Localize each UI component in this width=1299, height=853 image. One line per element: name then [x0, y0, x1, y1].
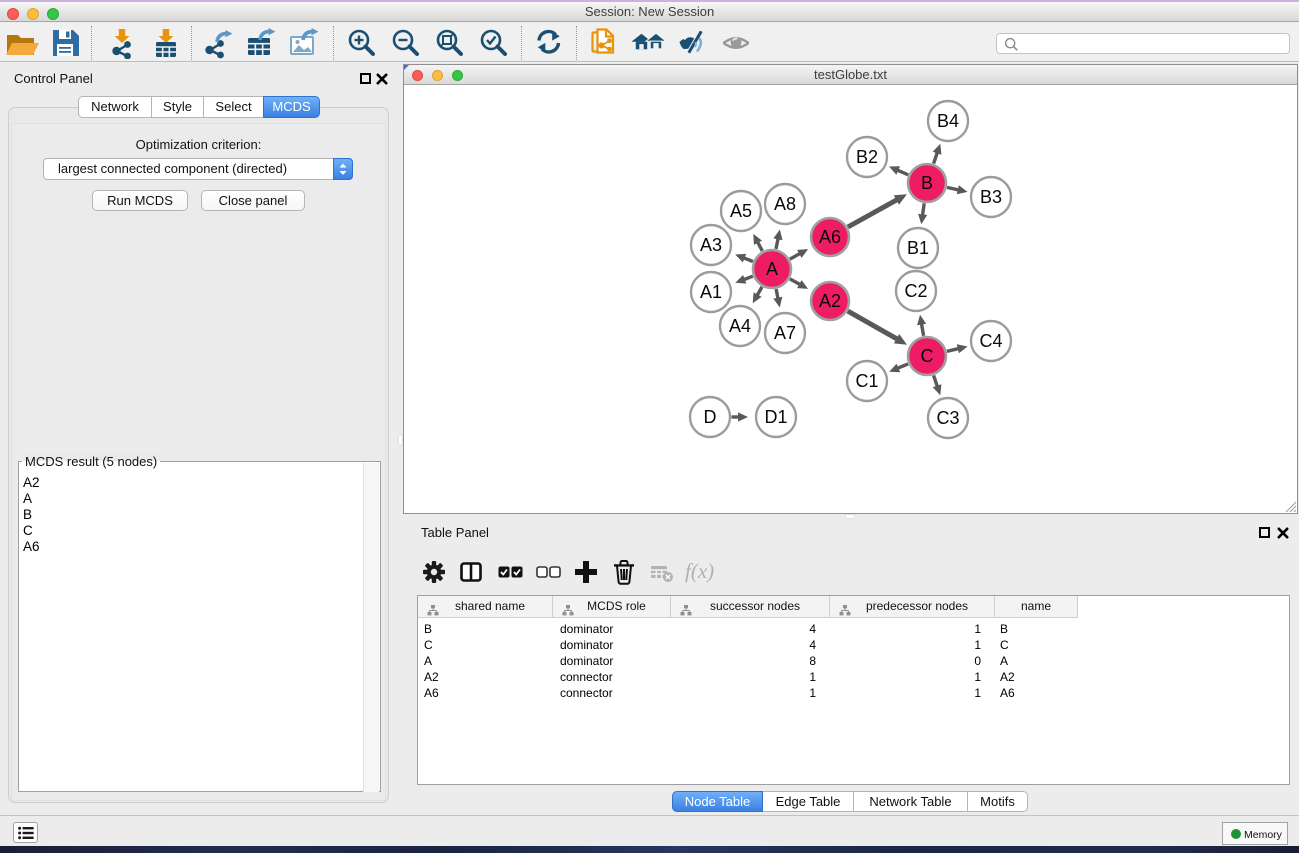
svg-text:D: D	[704, 407, 717, 427]
svg-text:D1: D1	[764, 407, 787, 427]
svg-text:C: C	[921, 346, 934, 366]
svg-text:A6: A6	[819, 227, 841, 247]
svg-text:A8: A8	[774, 194, 796, 214]
svg-text:B4: B4	[937, 111, 959, 131]
svg-text:A7: A7	[774, 323, 796, 343]
svg-text:B1: B1	[907, 238, 929, 258]
svg-text:C1: C1	[855, 371, 878, 391]
svg-text:A: A	[766, 259, 778, 279]
svg-text:A5: A5	[730, 201, 752, 221]
svg-text:A4: A4	[729, 316, 751, 336]
svg-text:A2: A2	[819, 291, 841, 311]
svg-text:B2: B2	[856, 147, 878, 167]
svg-text:B3: B3	[980, 187, 1002, 207]
svg-text:B: B	[921, 173, 933, 193]
svg-text:C2: C2	[904, 281, 927, 301]
svg-text:C3: C3	[936, 408, 959, 428]
svg-text:A1: A1	[700, 282, 722, 302]
svg-text:A3: A3	[700, 235, 722, 255]
svg-text:C4: C4	[979, 331, 1002, 351]
